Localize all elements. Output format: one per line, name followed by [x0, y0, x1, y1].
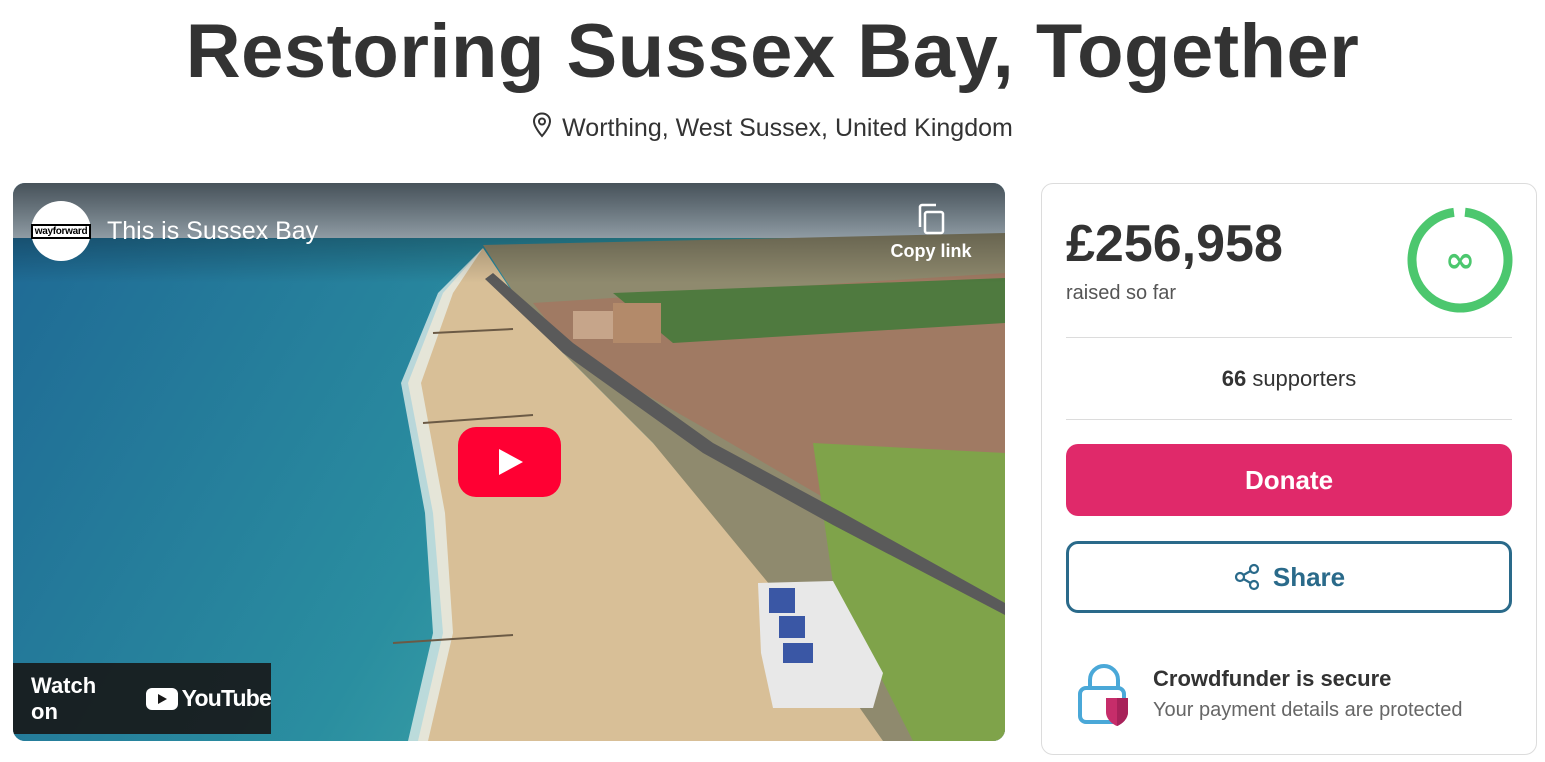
amount-raised-label: raised so far [1066, 282, 1177, 304]
play-button[interactable] [458, 427, 561, 497]
video-title[interactable]: This is Sussex Bay [107, 217, 318, 246]
supporters-number: 66 [1221, 366, 1247, 391]
supporters-count: 66 supporters [1042, 366, 1536, 392]
youtube-wordmark: YouTube [181, 685, 272, 711]
divider [1066, 419, 1512, 420]
share-button[interactable]: Share [1066, 541, 1512, 613]
secure-subtitle: Your payment details are protected [1153, 699, 1463, 721]
supporters-label: supporters [1246, 366, 1357, 391]
secure-title: Crowdfunder is secure [1153, 666, 1392, 691]
copy-link-button[interactable]: Copy link [881, 203, 981, 262]
page-title: Restoring Sussex Bay, Together [185, 9, 1360, 94]
amount-raised: £256,958 [1066, 215, 1283, 273]
funding-panel: £256,958 raised so far ∞ 66 supporters D… [1041, 183, 1537, 755]
copy-icon [918, 203, 945, 235]
watch-on-youtube-button[interactable]: Watch on YouTube [13, 663, 272, 734]
copy-link-label: Copy link [890, 241, 972, 261]
video-player[interactable]: wayforward This is Sussex Bay Copy link … [13, 183, 1005, 741]
location-pin-icon [532, 112, 552, 145]
infinity-icon: ∞ [1445, 240, 1475, 281]
channel-avatar[interactable]: wayforward [30, 201, 92, 261]
progress-ring: ∞ [1407, 207, 1513, 313]
padlock-shield-icon [1078, 664, 1128, 726]
share-icon [1234, 563, 1259, 591]
donate-button[interactable]: Donate [1066, 444, 1512, 516]
location: Worthing, West Sussex, United Kingdom [0, 112, 1545, 145]
watch-on-label: Watch on [31, 672, 97, 724]
location-text: Worthing, West Sussex, United Kingdom [562, 114, 1013, 142]
divider [1066, 337, 1512, 338]
channel-logo-text: wayforward [30, 223, 92, 239]
youtube-icon [145, 687, 178, 710]
share-label: Share [1272, 561, 1346, 592]
youtube-logo: YouTube [145, 685, 272, 712]
play-icon [498, 449, 523, 475]
